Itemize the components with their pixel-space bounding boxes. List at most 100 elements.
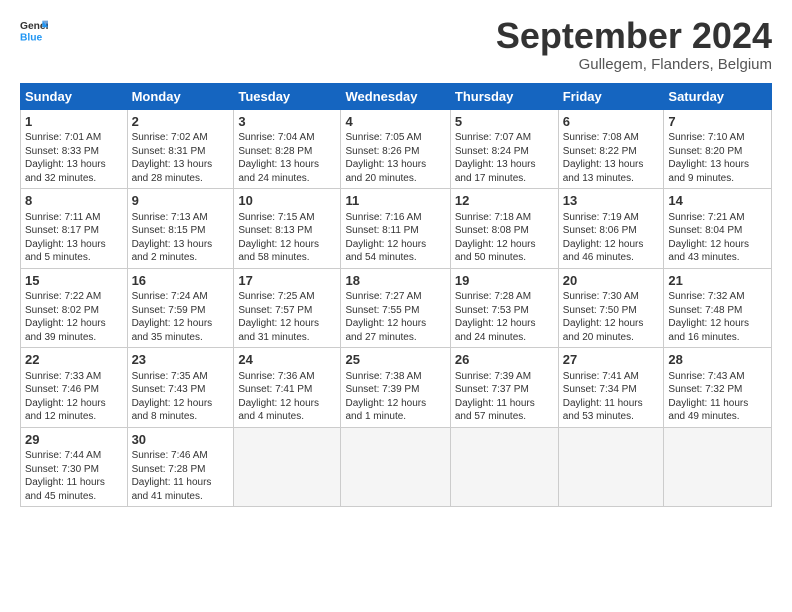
title-block: September 2024 Gullegem, Flanders, Belgi…: [496, 16, 772, 73]
day-number-10: 10: [238, 192, 336, 210]
table-row: 18Sunrise: 7:27 AM Sunset: 7:55 PM Dayli…: [341, 268, 450, 348]
table-row: 29Sunrise: 7:44 AM Sunset: 7:30 PM Dayli…: [21, 427, 128, 507]
table-row: 2Sunrise: 7:02 AM Sunset: 8:31 PM Daylig…: [127, 109, 234, 189]
table-row: 11Sunrise: 7:16 AM Sunset: 8:11 PM Dayli…: [341, 189, 450, 269]
day-number-22: 22: [25, 351, 123, 369]
table-row: 9Sunrise: 7:13 AM Sunset: 8:15 PM Daylig…: [127, 189, 234, 269]
day-number-11: 11: [345, 192, 445, 210]
day-detail-4: Sunrise: 7:05 AM Sunset: 8:26 PM Dayligh…: [345, 131, 445, 185]
day-detail-28: Sunrise: 7:43 AM Sunset: 7:32 PM Dayligh…: [668, 370, 767, 424]
col-saturday: Saturday: [664, 83, 772, 109]
month-title: September 2024: [496, 16, 772, 56]
day-detail-17: Sunrise: 7:25 AM Sunset: 7:57 PM Dayligh…: [238, 290, 336, 344]
table-row: 20Sunrise: 7:30 AM Sunset: 7:50 PM Dayli…: [558, 268, 664, 348]
day-detail-2: Sunrise: 7:02 AM Sunset: 8:31 PM Dayligh…: [132, 131, 230, 185]
day-number-29: 29: [25, 431, 123, 449]
day-number-27: 27: [563, 351, 660, 369]
table-row: 12Sunrise: 7:18 AM Sunset: 8:08 PM Dayli…: [450, 189, 558, 269]
table-row: 26Sunrise: 7:39 AM Sunset: 7:37 PM Dayli…: [450, 348, 558, 428]
table-row: [341, 427, 450, 507]
table-row: 8Sunrise: 7:11 AM Sunset: 8:17 PM Daylig…: [21, 189, 128, 269]
day-detail-6: Sunrise: 7:08 AM Sunset: 8:22 PM Dayligh…: [563, 131, 660, 185]
day-detail-1: Sunrise: 7:01 AM Sunset: 8:33 PM Dayligh…: [25, 131, 123, 185]
day-number-2: 2: [132, 113, 230, 131]
table-row: 5Sunrise: 7:07 AM Sunset: 8:24 PM Daylig…: [450, 109, 558, 189]
col-tuesday: Tuesday: [234, 83, 341, 109]
day-number-14: 14: [668, 192, 767, 210]
day-number-4: 4: [345, 113, 445, 131]
table-row: [450, 427, 558, 507]
day-number-18: 18: [345, 272, 445, 290]
table-row: 19Sunrise: 7:28 AM Sunset: 7:53 PM Dayli…: [450, 268, 558, 348]
table-row: 13Sunrise: 7:19 AM Sunset: 8:06 PM Dayli…: [558, 189, 664, 269]
day-number-12: 12: [455, 192, 554, 210]
calendar-header-row: Sunday Monday Tuesday Wednesday Thursday…: [21, 83, 772, 109]
calendar-row-3: 15Sunrise: 7:22 AM Sunset: 8:02 PM Dayli…: [21, 268, 772, 348]
day-number-21: 21: [668, 272, 767, 290]
day-number-5: 5: [455, 113, 554, 131]
table-row: 30Sunrise: 7:46 AM Sunset: 7:28 PM Dayli…: [127, 427, 234, 507]
day-detail-20: Sunrise: 7:30 AM Sunset: 7:50 PM Dayligh…: [563, 290, 660, 344]
calendar-row-2: 8Sunrise: 7:11 AM Sunset: 8:17 PM Daylig…: [21, 189, 772, 269]
table-row: 6Sunrise: 7:08 AM Sunset: 8:22 PM Daylig…: [558, 109, 664, 189]
day-detail-8: Sunrise: 7:11 AM Sunset: 8:17 PM Dayligh…: [25, 211, 123, 265]
table-row: 22Sunrise: 7:33 AM Sunset: 7:46 PM Dayli…: [21, 348, 128, 428]
day-detail-16: Sunrise: 7:24 AM Sunset: 7:59 PM Dayligh…: [132, 290, 230, 344]
table-row: 17Sunrise: 7:25 AM Sunset: 7:57 PM Dayli…: [234, 268, 341, 348]
day-detail-26: Sunrise: 7:39 AM Sunset: 7:37 PM Dayligh…: [455, 370, 554, 424]
logo-icon: General Blue: [20, 16, 48, 44]
col-wednesday: Wednesday: [341, 83, 450, 109]
day-number-30: 30: [132, 431, 230, 449]
table-row: 14Sunrise: 7:21 AM Sunset: 8:04 PM Dayli…: [664, 189, 772, 269]
calendar-body: 1Sunrise: 7:01 AM Sunset: 8:33 PM Daylig…: [21, 109, 772, 507]
table-row: 4Sunrise: 7:05 AM Sunset: 8:26 PM Daylig…: [341, 109, 450, 189]
table-row: 25Sunrise: 7:38 AM Sunset: 7:39 PM Dayli…: [341, 348, 450, 428]
day-number-9: 9: [132, 192, 230, 210]
col-monday: Monday: [127, 83, 234, 109]
table-row: 21Sunrise: 7:32 AM Sunset: 7:48 PM Dayli…: [664, 268, 772, 348]
day-number-26: 26: [455, 351, 554, 369]
col-thursday: Thursday: [450, 83, 558, 109]
logo: General Blue: [20, 16, 48, 44]
day-number-8: 8: [25, 192, 123, 210]
table-row: 15Sunrise: 7:22 AM Sunset: 8:02 PM Dayli…: [21, 268, 128, 348]
page: General Blue September 2024 Gullegem, Fl…: [0, 0, 792, 612]
subtitle: Gullegem, Flanders, Belgium: [496, 56, 772, 73]
calendar-table: Sunday Monday Tuesday Wednesday Thursday…: [20, 83, 772, 508]
day-number-28: 28: [668, 351, 767, 369]
day-detail-14: Sunrise: 7:21 AM Sunset: 8:04 PM Dayligh…: [668, 211, 767, 265]
day-detail-29: Sunrise: 7:44 AM Sunset: 7:30 PM Dayligh…: [25, 449, 123, 503]
table-row: 10Sunrise: 7:15 AM Sunset: 8:13 PM Dayli…: [234, 189, 341, 269]
table-row: [234, 427, 341, 507]
calendar-row-1: 1Sunrise: 7:01 AM Sunset: 8:33 PM Daylig…: [21, 109, 772, 189]
day-number-3: 3: [238, 113, 336, 131]
day-detail-25: Sunrise: 7:38 AM Sunset: 7:39 PM Dayligh…: [345, 370, 445, 424]
day-number-16: 16: [132, 272, 230, 290]
day-detail-5: Sunrise: 7:07 AM Sunset: 8:24 PM Dayligh…: [455, 131, 554, 185]
day-number-13: 13: [563, 192, 660, 210]
day-number-7: 7: [668, 113, 767, 131]
table-row: [664, 427, 772, 507]
day-detail-13: Sunrise: 7:19 AM Sunset: 8:06 PM Dayligh…: [563, 211, 660, 265]
table-row: 3Sunrise: 7:04 AM Sunset: 8:28 PM Daylig…: [234, 109, 341, 189]
calendar-row-4: 22Sunrise: 7:33 AM Sunset: 7:46 PM Dayli…: [21, 348, 772, 428]
day-detail-7: Sunrise: 7:10 AM Sunset: 8:20 PM Dayligh…: [668, 131, 767, 185]
table-row: 23Sunrise: 7:35 AM Sunset: 7:43 PM Dayli…: [127, 348, 234, 428]
day-number-20: 20: [563, 272, 660, 290]
day-detail-12: Sunrise: 7:18 AM Sunset: 8:08 PM Dayligh…: [455, 211, 554, 265]
calendar-row-5: 29Sunrise: 7:44 AM Sunset: 7:30 PM Dayli…: [21, 427, 772, 507]
day-number-17: 17: [238, 272, 336, 290]
day-detail-11: Sunrise: 7:16 AM Sunset: 8:11 PM Dayligh…: [345, 211, 445, 265]
table-row: 16Sunrise: 7:24 AM Sunset: 7:59 PM Dayli…: [127, 268, 234, 348]
day-detail-10: Sunrise: 7:15 AM Sunset: 8:13 PM Dayligh…: [238, 211, 336, 265]
day-detail-9: Sunrise: 7:13 AM Sunset: 8:15 PM Dayligh…: [132, 211, 230, 265]
day-number-1: 1: [25, 113, 123, 131]
day-number-23: 23: [132, 351, 230, 369]
table-row: 7Sunrise: 7:10 AM Sunset: 8:20 PM Daylig…: [664, 109, 772, 189]
day-detail-27: Sunrise: 7:41 AM Sunset: 7:34 PM Dayligh…: [563, 370, 660, 424]
col-friday: Friday: [558, 83, 664, 109]
day-number-6: 6: [563, 113, 660, 131]
day-detail-19: Sunrise: 7:28 AM Sunset: 7:53 PM Dayligh…: [455, 290, 554, 344]
table-row: 24Sunrise: 7:36 AM Sunset: 7:41 PM Dayli…: [234, 348, 341, 428]
svg-text:Blue: Blue: [20, 32, 43, 43]
